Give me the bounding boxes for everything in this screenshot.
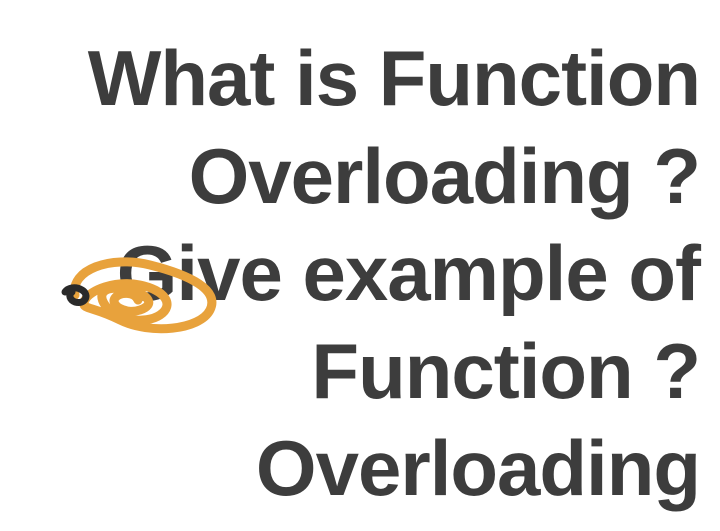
question-text: What is Function Overloading ? Give exam… <box>20 30 700 518</box>
